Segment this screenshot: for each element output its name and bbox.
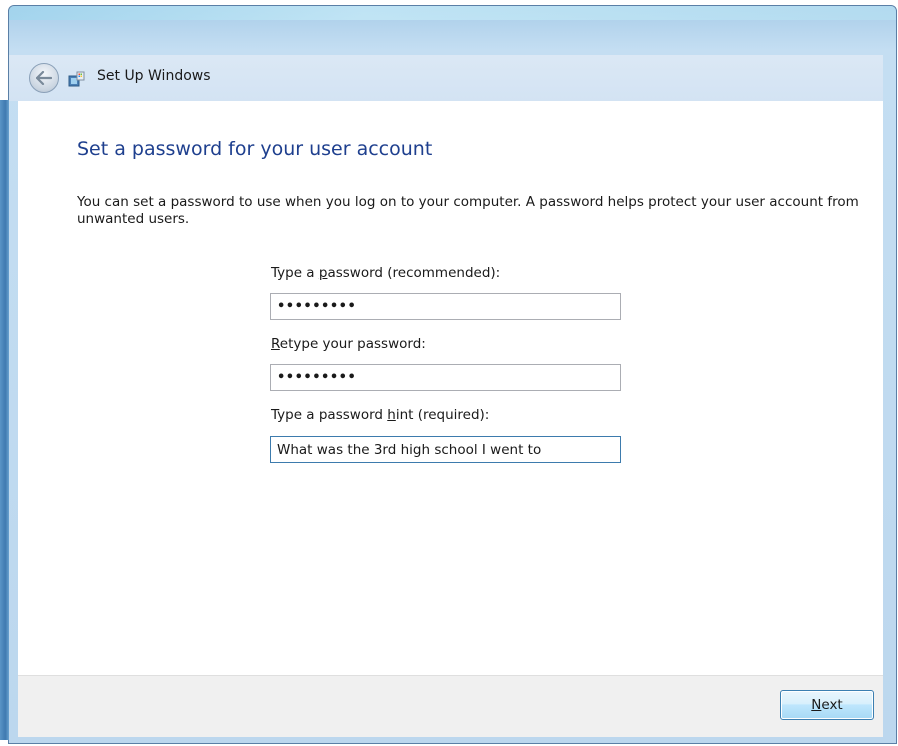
password-hint-label: Type a password hint (required): bbox=[271, 407, 490, 423]
next-label: ext bbox=[821, 697, 843, 713]
back-arrow-icon bbox=[36, 71, 52, 85]
retype-password-field[interactable]: ••••••••• bbox=[270, 364, 621, 391]
next-accelerator: N bbox=[811, 697, 822, 713]
retype-password-label: Retype your password: bbox=[271, 336, 426, 352]
window-header: Set Up Windows bbox=[9, 55, 883, 101]
page-heading: Set a password for your user account bbox=[77, 138, 433, 160]
back-button[interactable] bbox=[29, 63, 59, 93]
content-panel: Set a password for your user account You… bbox=[18, 101, 883, 675]
next-button[interactable]: Next bbox=[780, 690, 874, 720]
page-description: You can set a password to use when you l… bbox=[77, 194, 859, 227]
password-field[interactable]: ••••••••• bbox=[270, 293, 621, 320]
window-title: Set Up Windows bbox=[97, 68, 211, 84]
password-hint-field[interactable]: What was the 3rd high school I went to bbox=[270, 436, 621, 463]
window-left-border bbox=[0, 100, 9, 740]
setup-windows-icon bbox=[68, 71, 85, 87]
footer-bar: Next bbox=[18, 675, 883, 737]
password-label: Type a password (recommended): bbox=[271, 265, 501, 281]
screen: Set Up Windows Set a password for your u… bbox=[0, 0, 898, 746]
